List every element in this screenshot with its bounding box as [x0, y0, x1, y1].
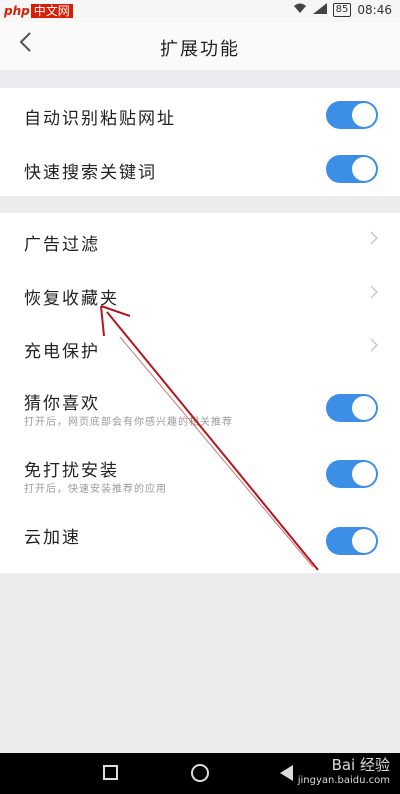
setting-label: 广告过滤 — [24, 235, 100, 255]
setting-subtitle: 打开后，网页底部会有你感兴趣的相关推荐 — [24, 417, 233, 428]
home-icon[interactable] — [191, 764, 209, 782]
setting-row-cloud-accelerate: 云加速 — [0, 505, 400, 573]
chevron-right-icon — [370, 337, 379, 356]
auto-paste-url-toggle[interactable] — [326, 101, 378, 129]
toggle-knob — [352, 157, 376, 181]
signal-icon — [312, 3, 327, 17]
logo-php: php — [4, 4, 30, 18]
clock: 08:46 — [357, 3, 392, 17]
battery-indicator: 85 — [332, 3, 352, 17]
cloud-accelerate-toggle[interactable] — [326, 527, 378, 555]
toggle-knob — [352, 529, 376, 553]
settings-group-2: 广告过滤 恢复收藏夹 充电保护 猜你喜欢 打开后，网页底部会有你感兴趣的相关推荐… — [0, 213, 400, 573]
setting-label: 免打扰安装 — [24, 461, 119, 481]
baidu-jingyan-watermark: Bai 经验 jingyan.baidu.com — [298, 757, 390, 789]
wifi-icon — [293, 3, 307, 17]
toggle-knob — [352, 396, 376, 420]
setting-row-auto-paste-url: 自动识别粘贴网址 — [0, 88, 400, 142]
system-nav-bar: Bai 经验 jingyan.baidu.com — [0, 753, 400, 794]
setting-row-ad-filter[interactable]: 广告过滤 — [0, 213, 400, 269]
setting-label: 云加速 — [24, 528, 81, 548]
setting-row-no-disturb-install: 免打扰安装 打开后，快速安装推荐的应用 — [0, 439, 400, 505]
no-disturb-install-toggle[interactable] — [326, 460, 378, 488]
title-bar: 扩展功能 — [0, 22, 400, 70]
setting-subtitle: 打开后，快速安装推荐的应用 — [24, 484, 167, 495]
back-triangle-icon[interactable] — [280, 765, 293, 781]
recent-apps-icon[interactable] — [103, 765, 118, 780]
setting-row-quick-search: 快速搜索关键词 — [0, 142, 400, 196]
setting-row-restore-bookmarks[interactable]: 恢复收藏夹 — [0, 269, 400, 323]
toggle-knob — [352, 462, 376, 486]
page-title: 扩展功能 — [160, 39, 240, 60]
toggle-knob — [352, 103, 376, 127]
setting-row-charge-protect[interactable]: 充电保护 — [0, 323, 400, 377]
setting-row-guess-you-like: 猜你喜欢 打开后，网页底部会有你感兴趣的相关推荐 — [0, 377, 400, 439]
setting-label: 自动识别粘贴网址 — [24, 109, 176, 129]
setting-label: 恢复收藏夹 — [24, 289, 119, 309]
settings-group-1: 自动识别粘贴网址 快速搜索关键词 — [0, 88, 400, 196]
setting-label: 猜你喜欢 — [24, 394, 100, 414]
status-bar: php 中文网 85 08:46 — [0, 0, 400, 22]
quick-search-toggle[interactable] — [326, 155, 378, 183]
chevron-right-icon — [370, 230, 379, 249]
setting-label: 快速搜索关键词 — [24, 163, 157, 183]
watermark-line1: Bai 经验 — [331, 756, 390, 774]
chevron-right-icon — [370, 284, 379, 303]
guess-you-like-toggle[interactable] — [326, 394, 378, 422]
logo-cn: 中文网 — [30, 4, 73, 18]
site-logo: php 中文网 — [4, 2, 73, 19]
setting-label: 充电保护 — [24, 342, 100, 362]
watermark-line2: jingyan.baidu.com — [297, 775, 390, 786]
